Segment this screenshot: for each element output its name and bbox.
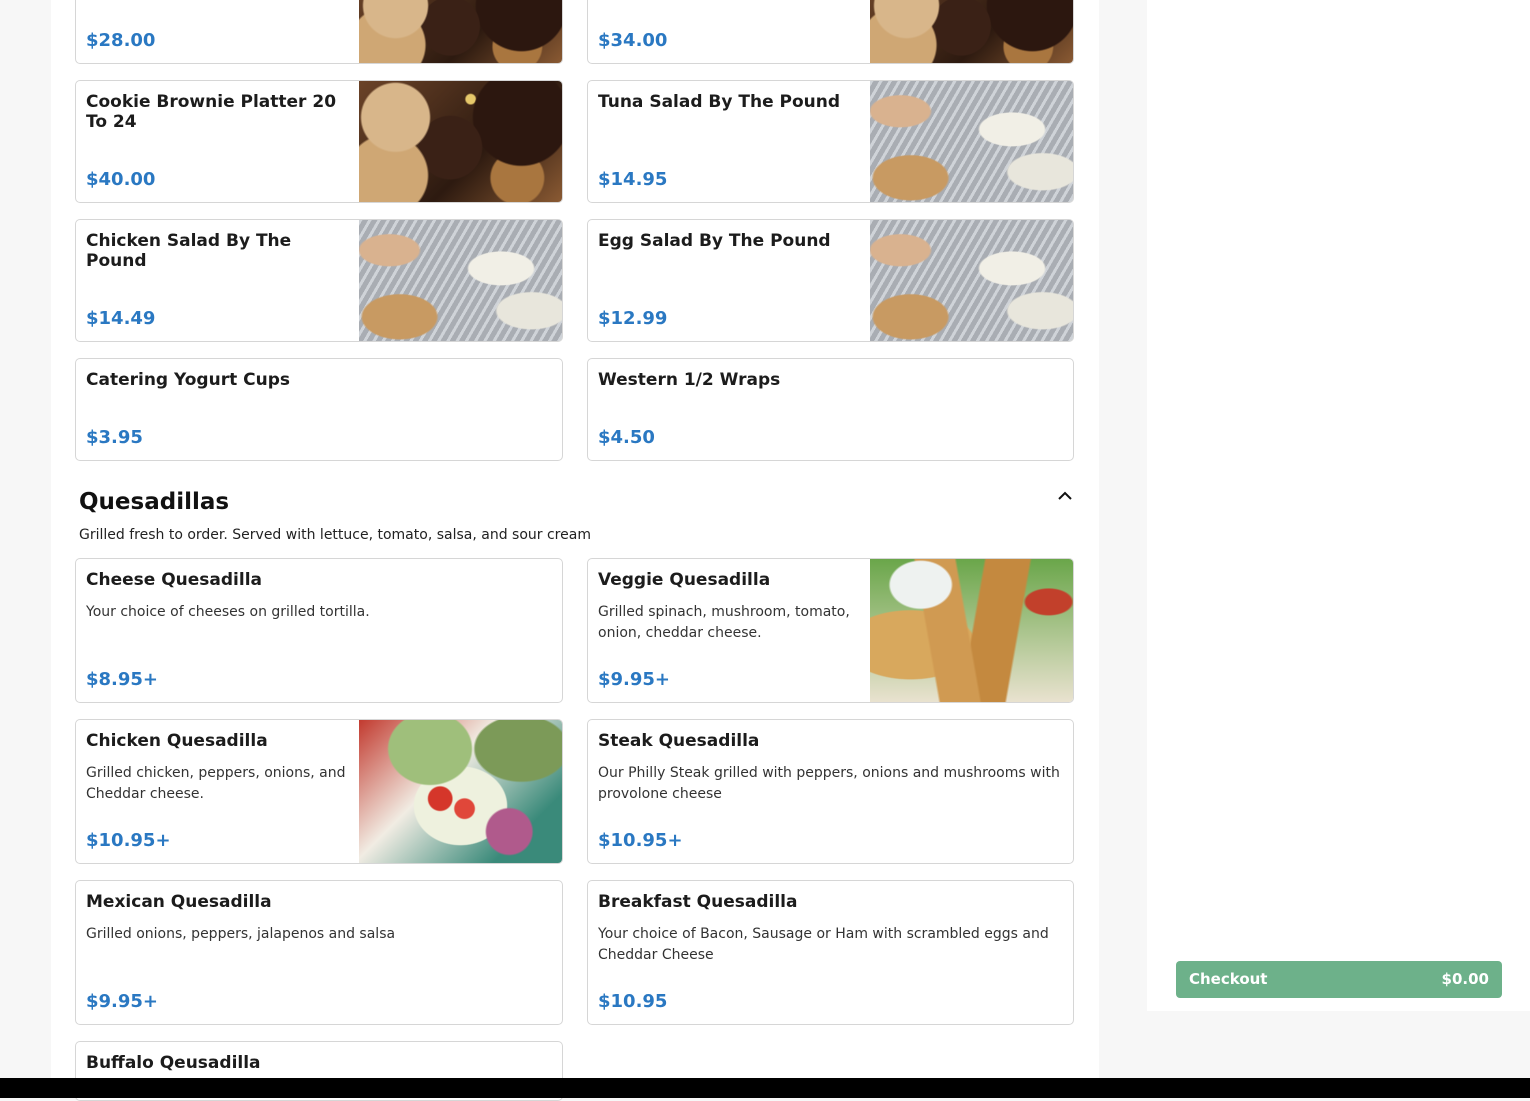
menu-item-card[interactable]: Steak Quesadilla Our Philly Steak grille… bbox=[587, 719, 1074, 864]
item-description: Grilled spinach, mushroom, tomato, onion… bbox=[598, 604, 850, 641]
checkout-label: Checkout bbox=[1189, 970, 1268, 988]
item-description: Your choice of Bacon, Sausage or Ham wit… bbox=[598, 926, 1049, 963]
section-description: Grilled fresh to order. Served with lett… bbox=[79, 527, 591, 543]
menu-item-card[interactable]: Breakfast Quesadilla Your choice of Baco… bbox=[587, 880, 1074, 1025]
item-name: Catering Yogurt Cups bbox=[86, 370, 290, 390]
item-price: $10.95 bbox=[598, 991, 668, 1012]
item-price: $3.95 bbox=[86, 427, 143, 448]
item-price: $10.95+ bbox=[86, 830, 171, 851]
item-name: Cookie Brownie Platter 20 To 24 bbox=[86, 92, 337, 132]
menu-item-card[interactable]: Western 1/2 Wraps $4.50 bbox=[587, 358, 1074, 461]
chevron-up-icon bbox=[1057, 486, 1073, 505]
menu-item-card[interactable]: Egg Salad By The Pound $12.99 bbox=[587, 219, 1074, 342]
item-description: Our Philly Steak grilled with peppers, o… bbox=[598, 765, 1060, 802]
item-price: $14.95 bbox=[598, 169, 668, 190]
item-image bbox=[870, 220, 1073, 341]
menu-item-card[interactable]: Chicken Salad By The Pound $14.49 bbox=[75, 219, 563, 342]
menu-item-card[interactable]: Cookie Brownie Platter 20 To 24 $40.00 bbox=[75, 80, 563, 203]
item-image bbox=[870, 81, 1073, 202]
menu-item-card[interactable]: Catering Yogurt Cups $3.95 bbox=[75, 358, 563, 461]
item-price: $8.95+ bbox=[86, 669, 159, 690]
item-name: Breakfast Quesadilla bbox=[598, 892, 798, 912]
cart-panel bbox=[1147, 0, 1530, 1011]
item-description: Grilled onions, peppers, jalapenos and s… bbox=[86, 926, 396, 942]
item-price: $34.00 bbox=[598, 30, 668, 51]
item-name: Western 1/2 Wraps bbox=[598, 370, 781, 390]
item-name: Cheese Quesadilla bbox=[86, 570, 263, 590]
item-price: $28.00 bbox=[86, 30, 156, 51]
item-price: $10.95+ bbox=[598, 830, 683, 851]
menu-item-card[interactable]: Chicken Quesadilla Grilled chicken, pepp… bbox=[75, 719, 563, 864]
item-price: $9.95+ bbox=[86, 991, 159, 1012]
item-name: Veggie Quesadilla bbox=[598, 570, 771, 590]
item-image bbox=[870, 559, 1073, 702]
item-image bbox=[359, 720, 562, 863]
menu-item-card[interactable]: Cheese Quesadilla Your choice of cheeses… bbox=[75, 558, 563, 703]
section-title: Quesadillas bbox=[79, 489, 230, 515]
item-image bbox=[870, 0, 1073, 63]
item-name: Mexican Quesadilla bbox=[86, 892, 272, 912]
item-image bbox=[359, 81, 562, 202]
menu-item-card[interactable]: $34.00 bbox=[587, 0, 1074, 64]
item-name: Egg Salad By The Pound bbox=[598, 231, 831, 251]
item-name: Tuna Salad By The Pound bbox=[598, 92, 841, 112]
item-price: $14.49 bbox=[86, 308, 156, 329]
item-image bbox=[359, 0, 562, 63]
item-price: $40.00 bbox=[86, 169, 156, 190]
collapse-section-button[interactable] bbox=[1052, 484, 1078, 506]
menu-item-card[interactable]: Tuna Salad By The Pound $14.95 bbox=[587, 80, 1074, 203]
item-price: $9.95+ bbox=[598, 669, 671, 690]
menu-item-card[interactable]: Mexican Quesadilla Grilled onions, peppe… bbox=[75, 880, 563, 1025]
item-description: Your choice of cheeses on grilled tortil… bbox=[86, 604, 370, 620]
item-price: $12.99 bbox=[598, 308, 668, 329]
bottom-bar bbox=[0, 1078, 1530, 1098]
item-name: Steak Quesadilla bbox=[598, 731, 760, 751]
menu-item-card[interactable]: $28.00 bbox=[75, 0, 563, 64]
item-name: Buffalo Qeusadilla bbox=[86, 1053, 261, 1073]
menu-item-card[interactable]: Veggie Quesadilla Grilled spinach, mushr… bbox=[587, 558, 1074, 703]
cart-total: $0.00 bbox=[1441, 970, 1489, 988]
item-name: Chicken Quesadilla bbox=[86, 731, 268, 751]
item-name: Chicken Salad By The Pound bbox=[86, 231, 292, 271]
item-image bbox=[359, 220, 562, 341]
item-price: $4.50 bbox=[598, 427, 655, 448]
checkout-button[interactable]: Checkout $0.00 bbox=[1176, 961, 1502, 998]
item-description: Grilled chicken, peppers, onions, and Ch… bbox=[86, 765, 346, 802]
